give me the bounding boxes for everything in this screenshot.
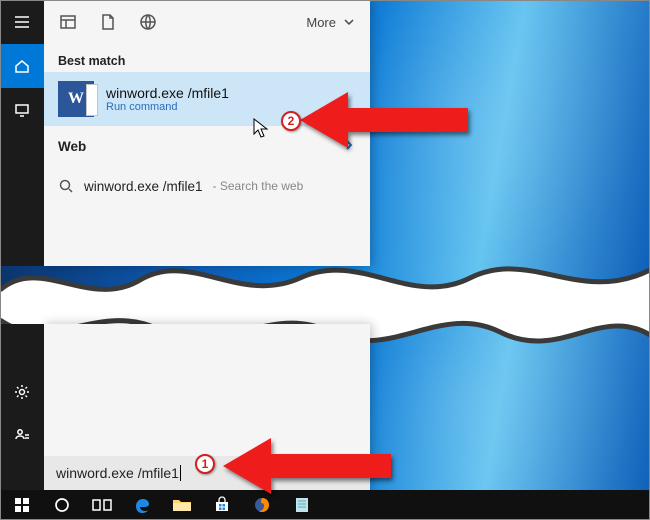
text-caret — [180, 465, 181, 481]
search-icon — [58, 178, 74, 194]
start-rail — [0, 0, 44, 266]
file-explorer-icon[interactable] — [162, 490, 202, 520]
step-badge-1: 1 — [195, 454, 215, 474]
feedback-icon[interactable] — [0, 414, 44, 458]
step-badge-2: 2 — [281, 111, 301, 131]
more-button[interactable]: More — [306, 15, 356, 30]
chevron-down-icon — [342, 15, 356, 29]
best-match-label: Best match — [44, 44, 370, 72]
monitor-icon[interactable] — [0, 88, 44, 132]
word-app-icon: W — [58, 81, 94, 117]
callout-arrow-1 — [223, 420, 393, 505]
web-label: Web — [58, 139, 86, 154]
gear-icon[interactable] — [0, 370, 44, 414]
hamburger-icon[interactable] — [0, 0, 44, 44]
search-value: winword.exe /mfile1 — [56, 465, 179, 481]
more-label: More — [306, 15, 336, 30]
search-header: More — [44, 0, 370, 44]
task-view-icon[interactable] — [82, 490, 122, 520]
cortana-icon[interactable] — [42, 490, 82, 520]
callout-arrow-2 — [300, 84, 470, 169]
result-title: winword.exe /mfile1 — [106, 85, 229, 101]
edge-icon[interactable] — [122, 490, 162, 520]
web-result-title: winword.exe /mfile1 — [84, 179, 203, 194]
layout-icon[interactable] — [58, 12, 78, 32]
home-icon[interactable] — [0, 44, 44, 88]
start-rail-bottom — [0, 324, 44, 490]
start-button[interactable] — [2, 490, 42, 520]
web-result[interactable]: winword.exe /mfile1 - Search the web — [44, 166, 370, 206]
result-subtitle: Run command — [106, 101, 229, 113]
document-icon[interactable] — [98, 12, 118, 32]
globe-icon[interactable] — [138, 12, 158, 32]
web-result-suffix: - Search the web — [213, 179, 304, 193]
